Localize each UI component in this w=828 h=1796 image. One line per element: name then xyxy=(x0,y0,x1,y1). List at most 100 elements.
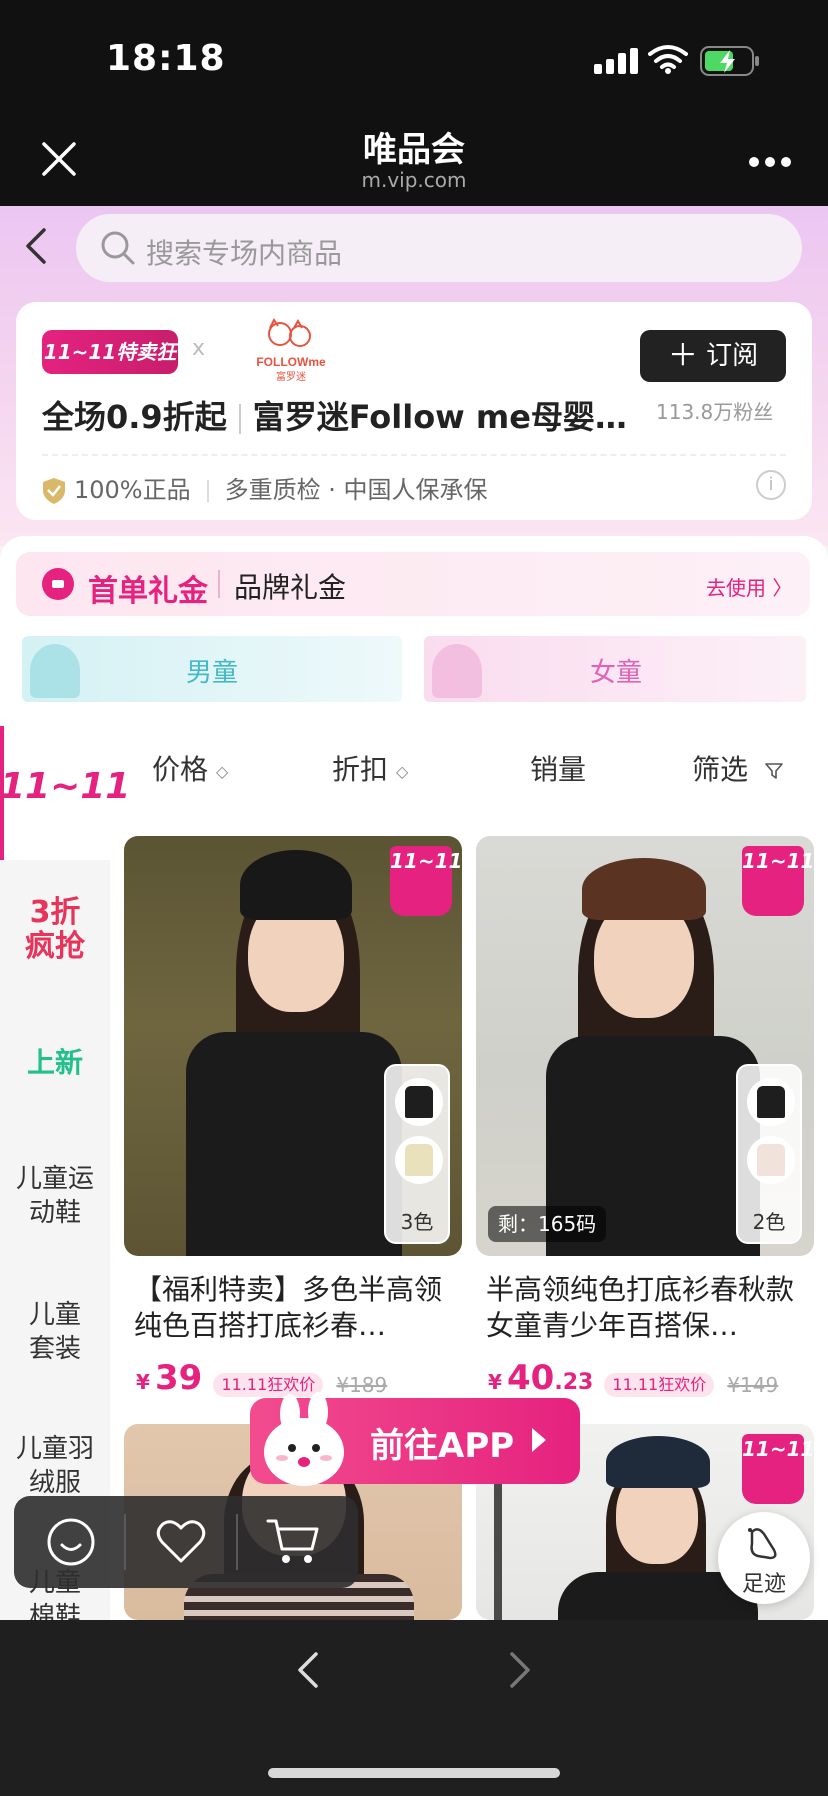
sidebar-item-30-off[interactable]: 3折 疯抢 xyxy=(0,896,110,964)
coupon-bar[interactable]: 首单礼金 品牌礼金 去使用 〉 xyxy=(16,552,810,616)
brand-logo: FOLLOWme 富罗迷 xyxy=(256,318,326,383)
brand-coupon: 品牌礼金 xyxy=(234,571,347,604)
swatch-light xyxy=(395,1136,443,1184)
color-swatches[interactable]: 3色 xyxy=(384,1064,450,1244)
sidebar-item-30-off-line1: 3折 xyxy=(29,895,81,930)
authentic-text: 100%正品 xyxy=(74,476,191,504)
sort-discount[interactable]: 折扣 ◇ xyxy=(332,748,408,788)
info-icon[interactable]: i xyxy=(756,470,786,500)
smile-button[interactable] xyxy=(14,1496,124,1588)
swatch-light xyxy=(747,1136,795,1184)
sort-price[interactable]: 价格 ◇ xyxy=(152,748,228,788)
price-main: 39 xyxy=(155,1358,203,1398)
nav-back-icon[interactable] xyxy=(296,1650,320,1690)
image-hat xyxy=(240,850,352,920)
first-order-coupon: 首单礼金 xyxy=(88,574,208,609)
sort-filter[interactable]: 筛选 xyxy=(692,748,783,788)
product-title: 【福利特卖】多色半高领纯色百搭打底衫春… xyxy=(134,1273,443,1342)
sidebar-item-sports-shoes-l2: 动鞋 xyxy=(28,1198,81,1228)
event-tag: 11~11 xyxy=(742,846,814,916)
sidebar-item-suits-l1: 儿童 xyxy=(28,1300,81,1330)
image-hat xyxy=(606,1436,710,1488)
go-to-app-label: 前往APP xyxy=(370,1426,515,1466)
footprint-button[interactable]: 足迹 xyxy=(718,1512,810,1604)
search-icon xyxy=(101,231,135,265)
favorite-button[interactable] xyxy=(126,1496,236,1588)
cart-icon xyxy=(266,1519,319,1563)
color-count: 2色 xyxy=(752,1210,786,1234)
collab-x: x xyxy=(192,336,206,361)
footprint-icon xyxy=(748,1528,777,1560)
swatch-black xyxy=(747,1078,795,1126)
boy-avatar xyxy=(30,644,80,698)
sort-sales-label: 销量 xyxy=(530,753,587,786)
product-image[interactable]: 11~11 3色 xyxy=(124,836,462,1256)
product-image[interactable]: 11~11 2色 剩：165码 xyxy=(476,836,814,1256)
smile-icon xyxy=(47,1518,95,1566)
search-placeholder: 搜索专场内商品 xyxy=(146,237,343,270)
fan-count: 113.8万粉丝 xyxy=(656,400,774,424)
back-icon[interactable] xyxy=(22,226,50,266)
color-count: 3色 xyxy=(400,1210,434,1234)
price-tag: 11.11狂欢价 xyxy=(604,1372,715,1397)
color-swatches[interactable]: 2色 xyxy=(736,1064,802,1244)
category-girls[interactable]: 女童 xyxy=(424,636,806,702)
coupon-icon xyxy=(42,568,74,600)
wifi-icon xyxy=(648,45,688,74)
more-icon[interactable] xyxy=(748,156,792,168)
sidebar-item-1111[interactable]: 11~11 xyxy=(0,769,130,805)
sort-discount-caret-icon: ◇ xyxy=(396,761,409,781)
sidebar-item-suits[interactable]: 儿童 套装 xyxy=(0,1298,110,1366)
product-price: ¥ 40.23 11.11狂欢价 ¥149 xyxy=(488,1358,778,1398)
discount-text: 全场0.9折起 xyxy=(42,398,227,436)
cellular-signal-icon xyxy=(594,48,638,74)
category-boys-label: 男童 xyxy=(186,658,239,688)
subscribe-label: 订阅 xyxy=(706,341,759,371)
browser-header: 唯品会 m.vip.com xyxy=(0,112,828,206)
sort-discount-label: 折扣 xyxy=(332,753,389,786)
assurance-text: 多重质检 · 中国人保承保 xyxy=(224,476,488,504)
sidebar-item-suits-l2: 套装 xyxy=(28,1334,81,1364)
svg-text:富罗迷: 富罗迷 xyxy=(276,370,306,383)
search-input[interactable]: 搜索专场内商品 xyxy=(76,214,802,282)
event-badge: 11~11特卖狂欢节 xyxy=(42,330,178,408)
price-main: 40 xyxy=(507,1358,555,1398)
sidebar-item-down-jackets-l2: 绒服 xyxy=(28,1468,81,1498)
event-tag: 11~11 xyxy=(742,1434,814,1504)
assure-divider xyxy=(206,480,209,502)
nav-forward-icon[interactable] xyxy=(508,1650,532,1690)
currency-symbol: ¥ xyxy=(136,1370,150,1394)
subscribe-button[interactable]: ＋ 订阅 xyxy=(640,330,786,382)
product-title: 半高领纯色打底衫春秋款女童青少年百搭保… xyxy=(486,1273,795,1342)
sidebar-item-down-jackets-l1: 儿童羽 xyxy=(15,1434,94,1464)
category-boys[interactable]: 男童 xyxy=(22,636,402,702)
sidebar-item-new[interactable]: 上新 xyxy=(0,1046,110,1080)
bunny-mascot-icon xyxy=(264,1392,344,1486)
sort-filter-label: 筛选 xyxy=(692,753,749,786)
status-time: 18:18 xyxy=(106,38,226,79)
use-coupon-link[interactable]: 去使用 〉 xyxy=(706,572,792,601)
image-body xyxy=(186,1032,402,1256)
event-tag: 11~11 xyxy=(390,846,462,916)
footprint-label: 足迹 xyxy=(741,1572,786,1597)
sidebar-item-down-jackets[interactable]: 儿童羽 绒服 xyxy=(0,1432,110,1500)
sort-sales[interactable]: 销量 xyxy=(530,748,586,788)
floating-action-bar xyxy=(14,1496,358,1588)
cart-button[interactable] xyxy=(238,1496,348,1588)
sidebar-item-sports-shoes[interactable]: 儿童运 动鞋 xyxy=(0,1162,110,1230)
plus-icon: ＋ xyxy=(667,338,698,374)
coupon-divider xyxy=(218,570,220,598)
browser-nav-bar xyxy=(0,1620,828,1796)
filter-icon xyxy=(765,763,783,779)
price-decimal: .23 xyxy=(554,1370,594,1395)
assurance-row: 100%正品 多重质检 · 中国人保承保 xyxy=(42,470,488,505)
dashed-divider xyxy=(42,454,786,456)
brand-title: 全场0.9折起 富罗迷Follow me母婴… xyxy=(42,392,627,438)
app-root: 18:18 唯品会 m.vip.com 搜索专场内商品 11~11特卖狂欢节 x… xyxy=(0,0,828,1796)
home-indicator[interactable] xyxy=(268,1768,560,1778)
status-bar: 18:18 xyxy=(0,0,828,112)
sidebar-item-30-off-line2: 疯抢 xyxy=(25,929,85,964)
image-hat xyxy=(582,858,706,920)
page-url: m.vip.com xyxy=(361,168,467,192)
title-divider xyxy=(238,404,241,434)
